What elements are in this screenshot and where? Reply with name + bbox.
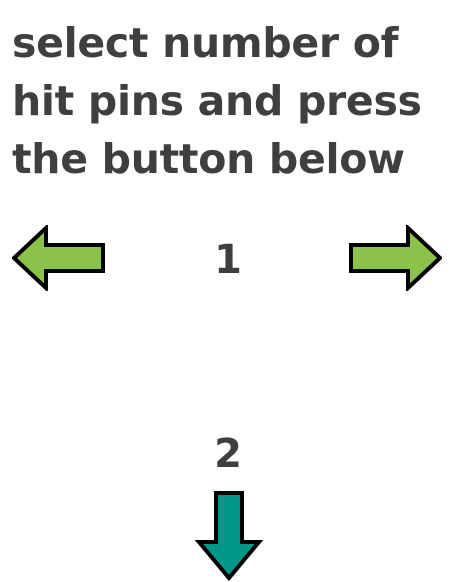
instruction-text: select number of hit pins and press the … <box>12 14 452 188</box>
arrow-left-icon <box>11 223 105 293</box>
submit-value-label: 2 <box>214 431 242 477</box>
arrow-right-icon <box>349 223 443 293</box>
instruction-line-3: the button below <box>12 135 405 183</box>
instruction-line-2: hit pins and press <box>12 77 422 125</box>
instruction-line-1: select number of <box>12 19 399 67</box>
increment-button[interactable] <box>348 223 443 295</box>
submit-button[interactable] <box>194 490 264 582</box>
arrow-down-icon <box>194 491 264 582</box>
selected-pin-count: 1 <box>214 237 242 283</box>
decrement-button[interactable] <box>11 223 106 295</box>
